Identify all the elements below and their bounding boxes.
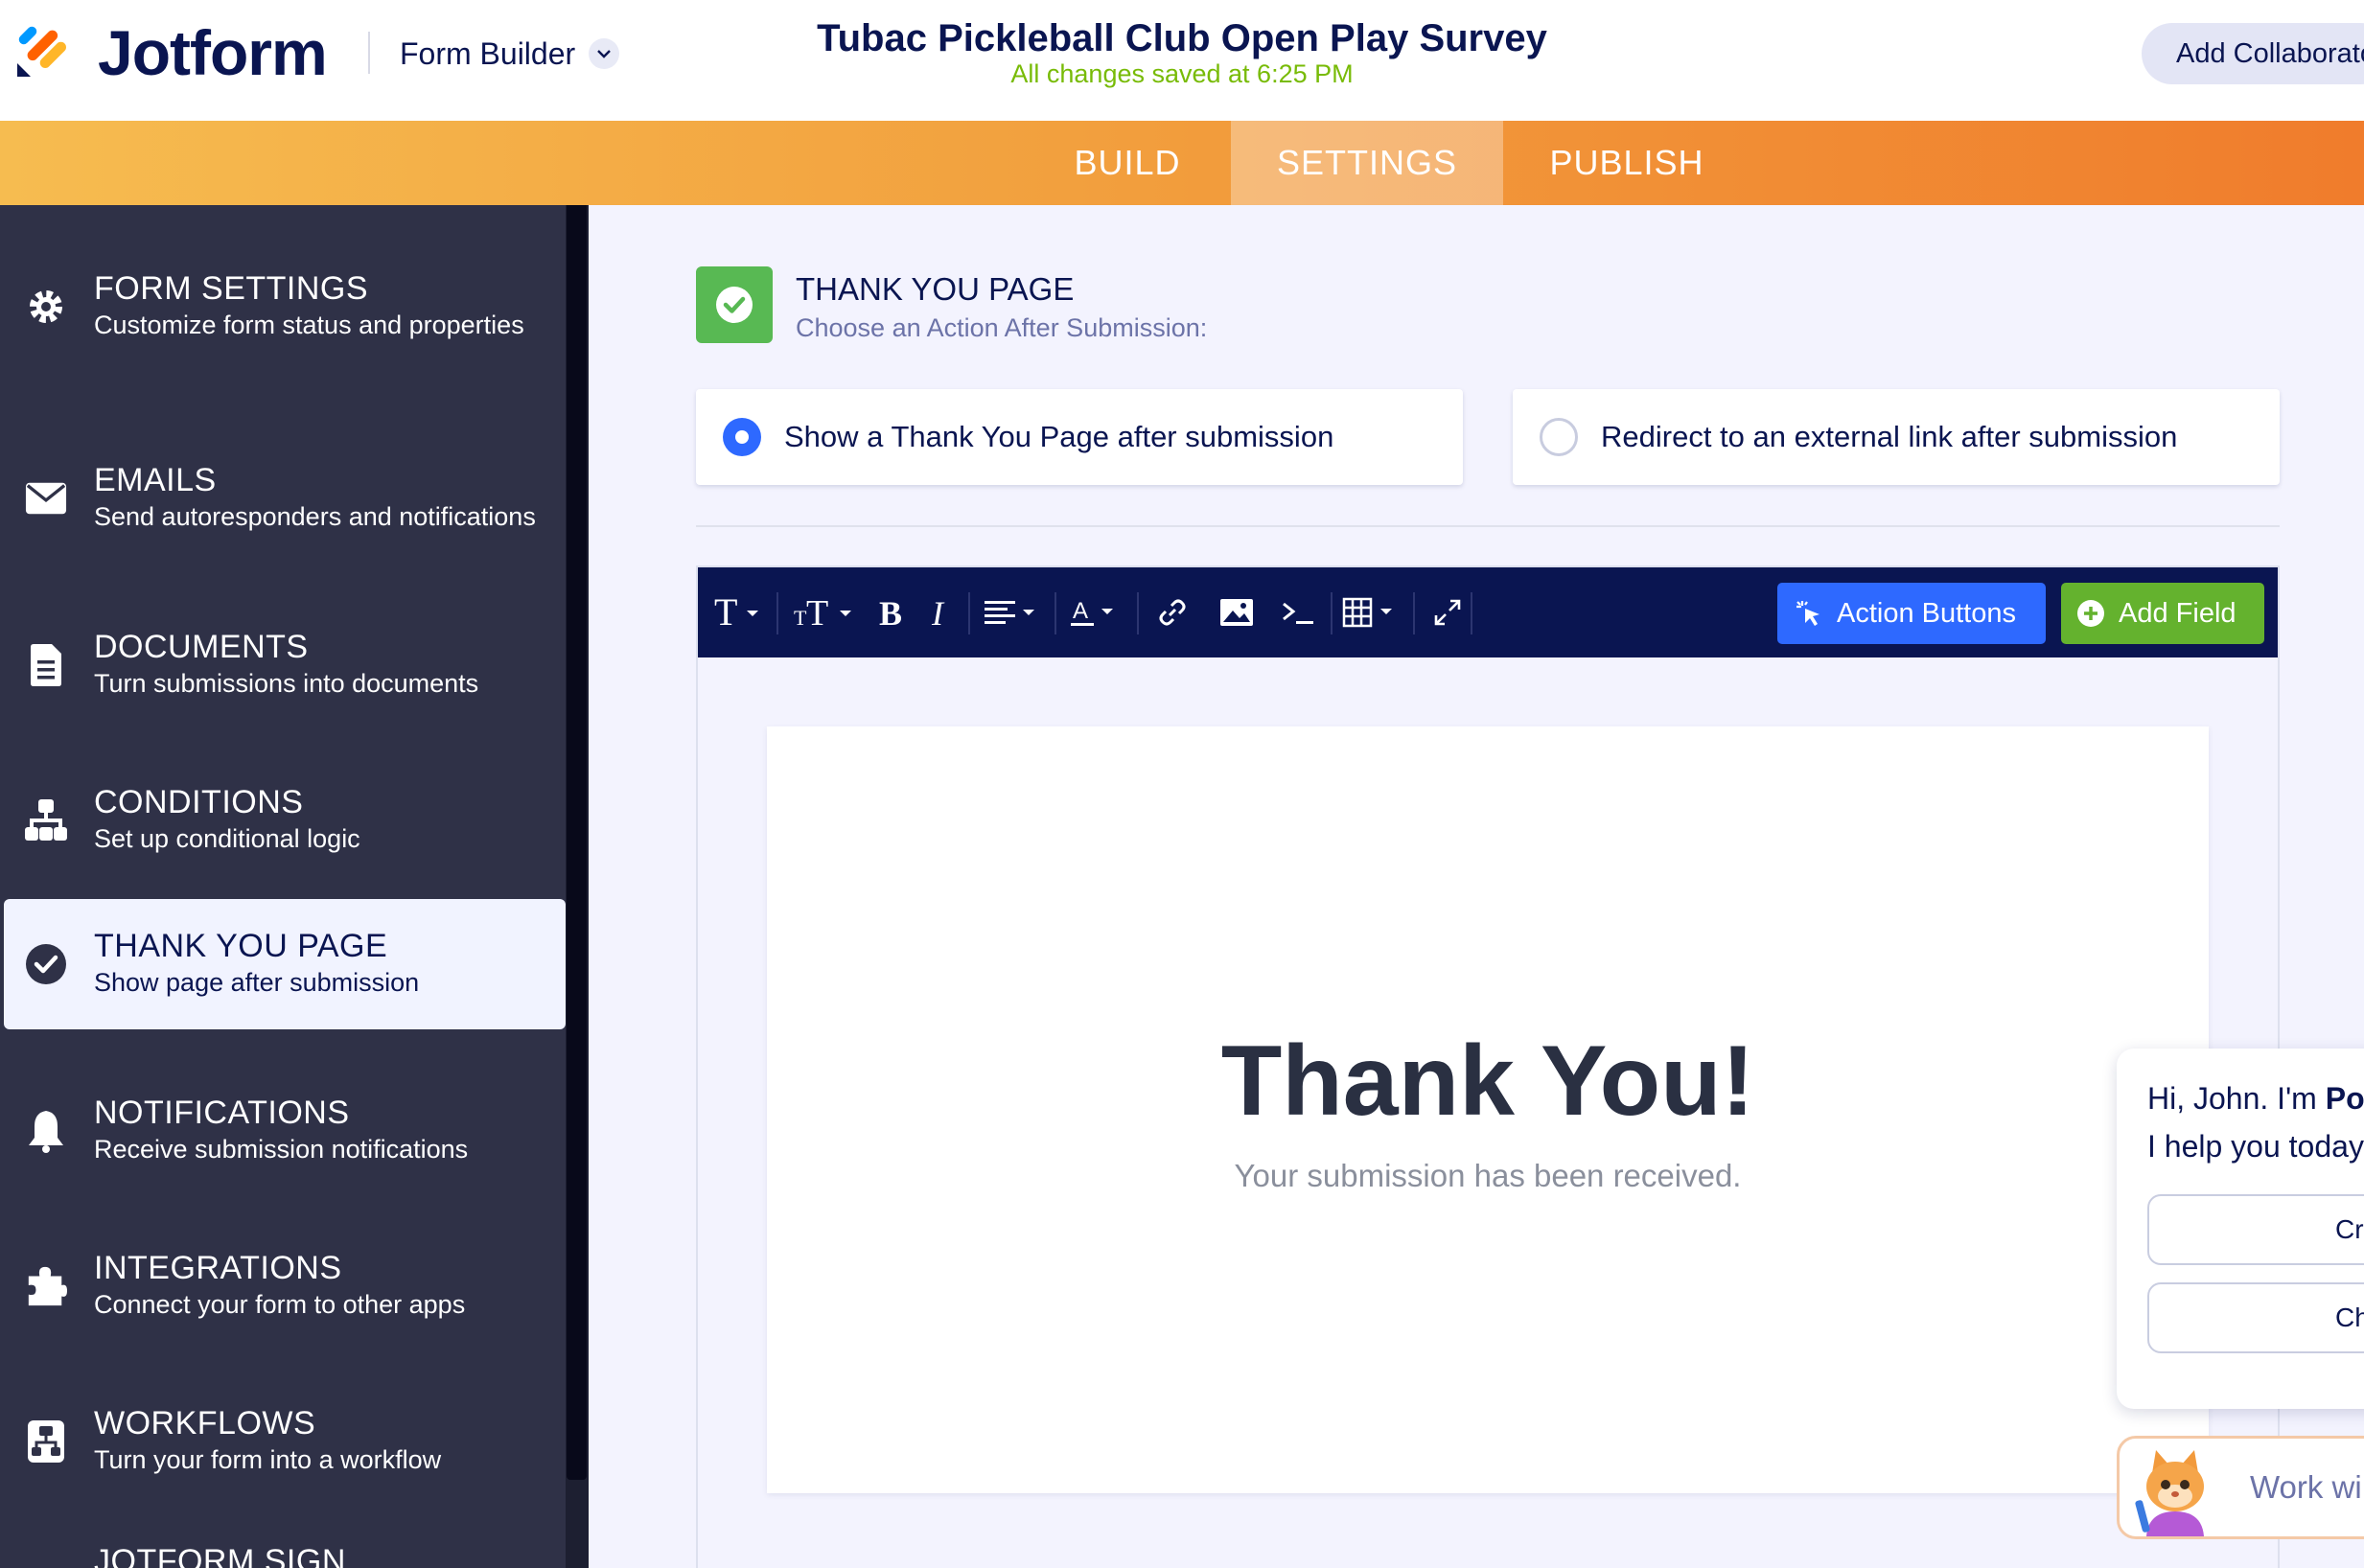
toolbar-separator bbox=[1413, 592, 1415, 634]
agent-pill-text: Work wi bbox=[2250, 1469, 2362, 1505]
sidebar-item-title: THANK YOU PAGE bbox=[94, 928, 388, 964]
text-size-icon[interactable]: TT bbox=[788, 567, 857, 657]
ai-chat-panel: Hi, John. I'm Po I help you today Cre Ch bbox=[2117, 1049, 2364, 1409]
sidebar-item-subtitle: Send autoresponders and notifications bbox=[94, 502, 536, 531]
add-field-button[interactable]: Add Field bbox=[2061, 583, 2264, 644]
svg-text:B: B bbox=[879, 594, 902, 632]
action-buttons-button[interactable]: Action Buttons bbox=[1777, 583, 2046, 644]
chat-greeting-line2: I help you today bbox=[2147, 1129, 2364, 1164]
expand-icon[interactable] bbox=[1421, 567, 1474, 657]
divider bbox=[696, 525, 2280, 527]
sidebar-item-subtitle: Turn your form into a workflow bbox=[94, 1445, 442, 1474]
tab-publish[interactable]: PUBLISH bbox=[1538, 121, 1716, 205]
main-nav: BUILD SETTINGS PUBLISH bbox=[0, 121, 2364, 205]
variable-icon[interactable] bbox=[1271, 567, 1325, 657]
chat-option-change[interactable]: Ch bbox=[2147, 1282, 2364, 1353]
chat-greeting: Hi, John. I'm Po bbox=[2147, 1081, 2364, 1117]
sidebar-item-title: JOTFORM SIGN bbox=[94, 1543, 346, 1568]
align-icon[interactable] bbox=[978, 567, 1045, 657]
svg-text:T: T bbox=[714, 593, 737, 632]
option-redirect-label: Redirect to an external link after submi… bbox=[1601, 420, 2178, 453]
option-show-label: Show a Thank You Page after submission bbox=[784, 420, 1334, 453]
font-color-icon[interactable]: A bbox=[1064, 567, 1131, 657]
image-icon[interactable] bbox=[1208, 567, 1265, 657]
radio-selected[interactable] bbox=[723, 418, 761, 456]
sidebar-scrollbar[interactable] bbox=[567, 205, 587, 1480]
envelope-icon bbox=[25, 477, 67, 519]
sidebar-item-title: NOTIFICATIONS bbox=[94, 1095, 350, 1131]
link-icon[interactable] bbox=[1145, 567, 1200, 657]
toolbar-separator bbox=[968, 592, 970, 634]
svg-text:T: T bbox=[806, 593, 828, 632]
toolbar-separator bbox=[1471, 592, 1472, 634]
top-header: Jotform Form Builder Tubac Pickleball Cl… bbox=[0, 0, 2364, 121]
bell-icon bbox=[25, 1110, 67, 1153]
svg-text:A: A bbox=[1073, 598, 1088, 624]
add-collaborators-button[interactable]: Add Collaborators bbox=[2142, 23, 2364, 84]
sitemap-icon bbox=[25, 799, 67, 842]
sidebar-item-workflows[interactable]: WORKFLOWS Turn your form into a workflow bbox=[4, 1394, 566, 1489]
tab-build[interactable]: BUILD bbox=[1058, 121, 1196, 205]
sidebar-item-subtitle: Turn submissions into documents bbox=[94, 669, 479, 698]
plus-circle-icon bbox=[2077, 600, 2104, 627]
save-status: All changes saved at 6:25 PM bbox=[1010, 59, 1354, 88]
table-icon[interactable] bbox=[1338, 567, 1405, 657]
title-wrap: Tubac Pickleball Club Open Play Survey bbox=[0, 13, 2364, 63]
form-title[interactable]: Tubac Pickleball Club Open Play Survey bbox=[817, 13, 1547, 63]
section-title: THANK YOU PAGE bbox=[796, 271, 1075, 307]
option-show-thank-you[interactable]: Show a Thank You Page after submission bbox=[696, 389, 1463, 485]
add-collaborators-label: Add Collaborators bbox=[2176, 37, 2364, 69]
thank-you-subtext[interactable]: Your submission has been received. bbox=[767, 1158, 2209, 1194]
sidebar-item-title: FORM SETTINGS bbox=[94, 270, 369, 307]
sidebar-item-integrations[interactable]: INTEGRATIONS Connect your form to other … bbox=[4, 1238, 566, 1334]
thank-you-heading[interactable]: Thank You! bbox=[767, 1024, 2209, 1139]
sidebar-item-subtitle: Show page after submission bbox=[94, 968, 420, 997]
sidebar-item-notifications[interactable]: NOTIFICATIONS Receive submission notific… bbox=[4, 1083, 566, 1179]
font-icon[interactable]: T bbox=[707, 567, 765, 657]
document-icon bbox=[25, 644, 67, 686]
svg-text:T: T bbox=[794, 606, 807, 630]
check-circle-icon bbox=[25, 943, 67, 985]
sidebar-item-title: DOCUMENTS bbox=[94, 629, 309, 665]
agent-name: Po bbox=[2325, 1081, 2364, 1116]
sidebar-item-subtitle: Customize form status and properties bbox=[94, 311, 524, 339]
toolbar-separator bbox=[776, 592, 778, 634]
ai-agent-launcher[interactable]: Work wi bbox=[2117, 1436, 2364, 1539]
sidebar-item-thank-you-page[interactable]: THANK YOU PAGE Show page after submissio… bbox=[4, 899, 566, 1029]
radio-unselected[interactable] bbox=[1540, 418, 1578, 456]
action-buttons-label: Action Buttons bbox=[1837, 597, 2016, 629]
sidebar-item-title: CONDITIONS bbox=[94, 784, 304, 820]
sidebar-item-form-settings[interactable]: FORM SETTINGS Customize form status and … bbox=[4, 259, 566, 355]
toolbar-separator bbox=[1055, 592, 1056, 634]
agent-avatar-icon bbox=[2135, 1450, 2204, 1536]
cursor-click-icon bbox=[1796, 601, 1819, 626]
section-subtitle: Choose an Action After Submission: bbox=[796, 313, 1208, 342]
check-icon bbox=[696, 266, 773, 343]
bold-icon[interactable]: B bbox=[869, 567, 915, 657]
sidebar-item-title: INTEGRATIONS bbox=[94, 1250, 342, 1286]
chat-greeting-prefix: Hi, John. I'm bbox=[2147, 1081, 2326, 1116]
svg-text:I: I bbox=[931, 594, 945, 632]
option-redirect[interactable]: Redirect to an external link after submi… bbox=[1513, 389, 2280, 485]
sidebar-item-subtitle: Connect your form to other apps bbox=[94, 1290, 466, 1319]
sidebar-item-emails[interactable]: EMAILS Send autoresponders and notificat… bbox=[4, 431, 566, 565]
chat-option-create[interactable]: Cre bbox=[2147, 1194, 2364, 1265]
gear-icon bbox=[25, 286, 67, 328]
sidebar-item-title: EMAILS bbox=[94, 462, 217, 498]
workflow-icon bbox=[25, 1420, 67, 1463]
settings-sidebar: FORM SETTINGS Customize form status and … bbox=[0, 205, 566, 1568]
sidebar-item-jotform-sign[interactable]: JOTFORM SIGN bbox=[4, 1543, 566, 1568]
sidebar-item-documents[interactable]: DOCUMENTS Turn submissions into document… bbox=[4, 617, 566, 713]
sidebar-item-conditions[interactable]: CONDITIONS Set up conditional logic bbox=[4, 772, 566, 868]
tab-settings[interactable]: SETTINGS bbox=[1231, 121, 1503, 205]
sidebar-item-subtitle: Set up conditional logic bbox=[94, 824, 360, 853]
add-field-label: Add Field bbox=[2119, 597, 2237, 629]
puzzle-icon bbox=[25, 1265, 67, 1307]
toolbar-separator bbox=[1331, 592, 1333, 634]
toolbar-separator bbox=[1137, 592, 1139, 634]
sidebar-item-title: WORKFLOWS bbox=[94, 1405, 316, 1441]
sidebar-item-subtitle: Receive submission notifications bbox=[94, 1135, 469, 1164]
italic-icon[interactable]: I bbox=[918, 567, 961, 657]
